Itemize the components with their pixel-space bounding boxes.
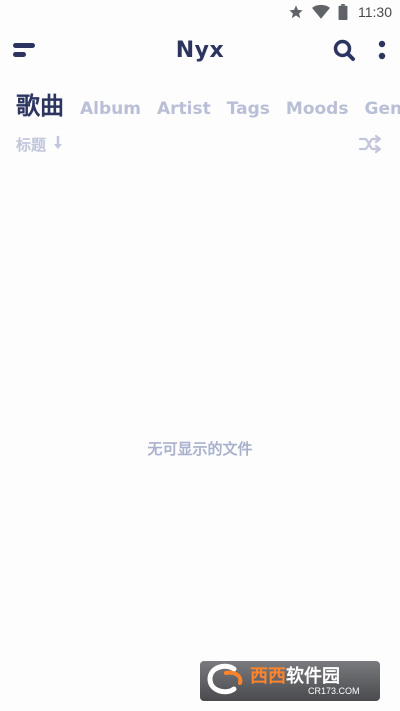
- watermark-logo: 西西软件园 CR173.COM: [200, 661, 380, 701]
- tab-tags[interactable]: Tags: [227, 87, 270, 128]
- arrow-down-icon: [52, 135, 64, 155]
- sort-by-title-button[interactable]: 标题: [16, 134, 64, 155]
- tab-genre[interactable]: Genre: [364, 87, 400, 128]
- shuffle-button[interactable]: [356, 132, 384, 160]
- more-options-button[interactable]: [370, 36, 394, 68]
- wifi-icon: [312, 4, 330, 20]
- category-tabs: 歌曲 Album Artist Tags Moods Genre F: [0, 84, 400, 128]
- watermark-suffix: 软件园: [286, 665, 340, 686]
- watermark-emblem-icon: [206, 663, 246, 699]
- sort-row: 标题: [16, 132, 384, 160]
- status-time: 11:30: [358, 4, 392, 20]
- shuffle-icon: [358, 134, 382, 158]
- app-bar: Nyx: [0, 24, 400, 80]
- tab-moods[interactable]: Moods: [286, 87, 349, 128]
- search-button[interactable]: [328, 36, 360, 68]
- star-icon: [288, 4, 304, 20]
- tab-songs[interactable]: 歌曲: [16, 84, 64, 128]
- watermark-prefix: 西西: [250, 665, 286, 686]
- tab-album[interactable]: Album: [80, 87, 141, 128]
- sort-label: 标题: [16, 136, 47, 154]
- watermark-text: 西西软件园 CR173.COM: [250, 667, 360, 696]
- empty-state-message: 无可显示的文件: [147, 440, 253, 458]
- watermark-main-text: 西西软件园: [250, 667, 360, 685]
- battery-icon: [338, 4, 348, 20]
- status-bar: 11:30: [0, 0, 400, 24]
- search-icon: [332, 38, 356, 66]
- watermark-domain: CR173.COM: [308, 685, 360, 696]
- more-vert-icon: [378, 38, 386, 66]
- tab-artist[interactable]: Artist: [157, 87, 211, 128]
